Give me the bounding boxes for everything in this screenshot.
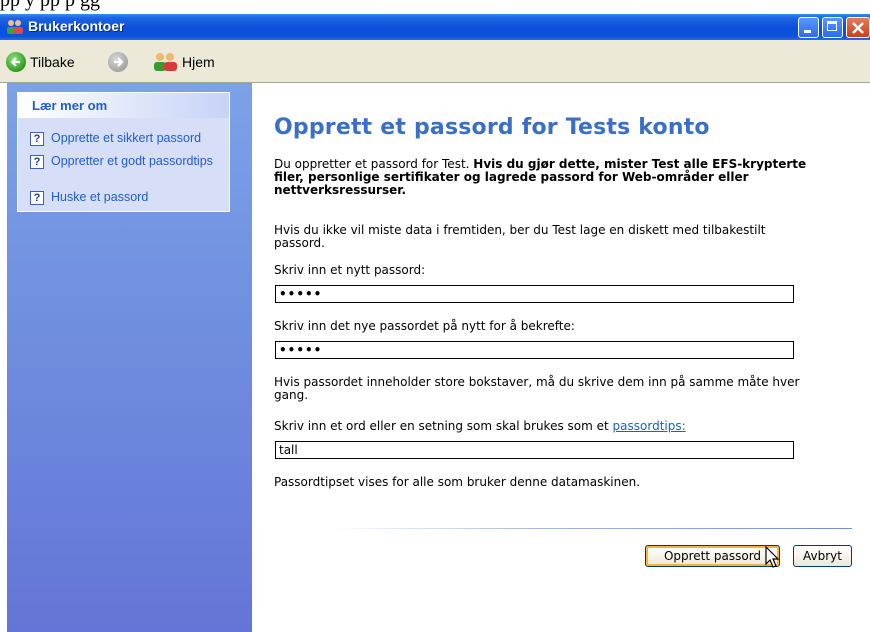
user-accounts-icon <box>7 20 23 34</box>
home-button[interactable]: Hjem <box>152 51 215 73</box>
case-sensitivity-note: Hvis passordet inneholder store bokstave… <box>274 375 800 402</box>
hint-label: Skriv inn et ord eller en setning som sk… <box>274 420 809 433</box>
learn-item-secure-password[interactable]: ? Opprette et sikkert passord <box>30 131 226 146</box>
learn-link[interactable]: Huske et passord <box>51 190 148 204</box>
close-icon <box>852 22 864 34</box>
help-icon: ? <box>30 155 44 169</box>
help-icon: ? <box>30 191 44 205</box>
learn-item-password-hint[interactable]: ? Oppretter et godt passordtips <box>30 154 226 169</box>
user-accounts-home-icon <box>154 53 177 71</box>
new-password-label: Skriv inn et nytt passord: <box>274 263 426 277</box>
home-label: Hjem <box>182 54 215 70</box>
learn-about-header: Lær mer om <box>18 93 229 118</box>
learn-about-panel: Lær mer om ? Opprette et sikkert passord… <box>17 92 230 212</box>
hint-label-text: Skriv inn et ord eller en setning som sk… <box>274 419 613 433</box>
intro-text: Du oppretter et passord for Test. Hvis d… <box>274 158 809 197</box>
navigation-toolbar: Tilbake Hjem <box>0 40 870 83</box>
learn-link[interactable]: Oppretter et godt passordtips <box>51 154 213 168</box>
learn-item-remember-password[interactable]: ? Huske et passord <box>30 190 226 205</box>
confirm-password-input[interactable]: ••••• <box>275 341 794 359</box>
password-hint-link[interactable]: passordtips: <box>613 419 686 433</box>
close-button[interactable] <box>846 17 870 38</box>
create-password-button[interactable]: Opprett passord <box>645 545 780 567</box>
back-arrow-icon <box>6 52 26 72</box>
password-hint-input[interactable]: tall <box>275 441 794 459</box>
confirm-password-label: Skriv inn det nye passordet på nytt for … <box>274 319 575 333</box>
hint-visibility-note: Passordtipset vises for alle som bruker … <box>274 475 641 489</box>
mouse-pointer-icon <box>765 546 780 568</box>
forward-button[interactable] <box>108 51 128 73</box>
page-title: Opprett et passord for Tests konto <box>274 115 710 140</box>
title-bar[interactable]: Brukerkontoer <box>0 14 870 40</box>
window-title: Brukerkontoer <box>28 18 125 34</box>
help-icon: ? <box>30 132 44 146</box>
back-button[interactable]: Tilbake <box>6 51 75 73</box>
separator-line <box>328 528 852 529</box>
background-text-strip: pp y pp p gg <box>0 0 100 11</box>
maximize-button[interactable] <box>822 17 843 38</box>
intro-normal-text: Du oppretter et passord for Test. <box>274 157 474 171</box>
minimize-button[interactable] <box>798 17 819 38</box>
forward-arrow-icon <box>108 52 128 72</box>
learn-link[interactable]: Opprette et sikkert passord <box>51 131 201 145</box>
cancel-button[interactable]: Avbryt <box>793 545 852 567</box>
backup-text: Hvis du ikke vil miste data i fremtiden,… <box>274 223 766 250</box>
back-label: Tilbake <box>30 54 75 70</box>
new-password-input[interactable]: ••••• <box>275 285 794 303</box>
